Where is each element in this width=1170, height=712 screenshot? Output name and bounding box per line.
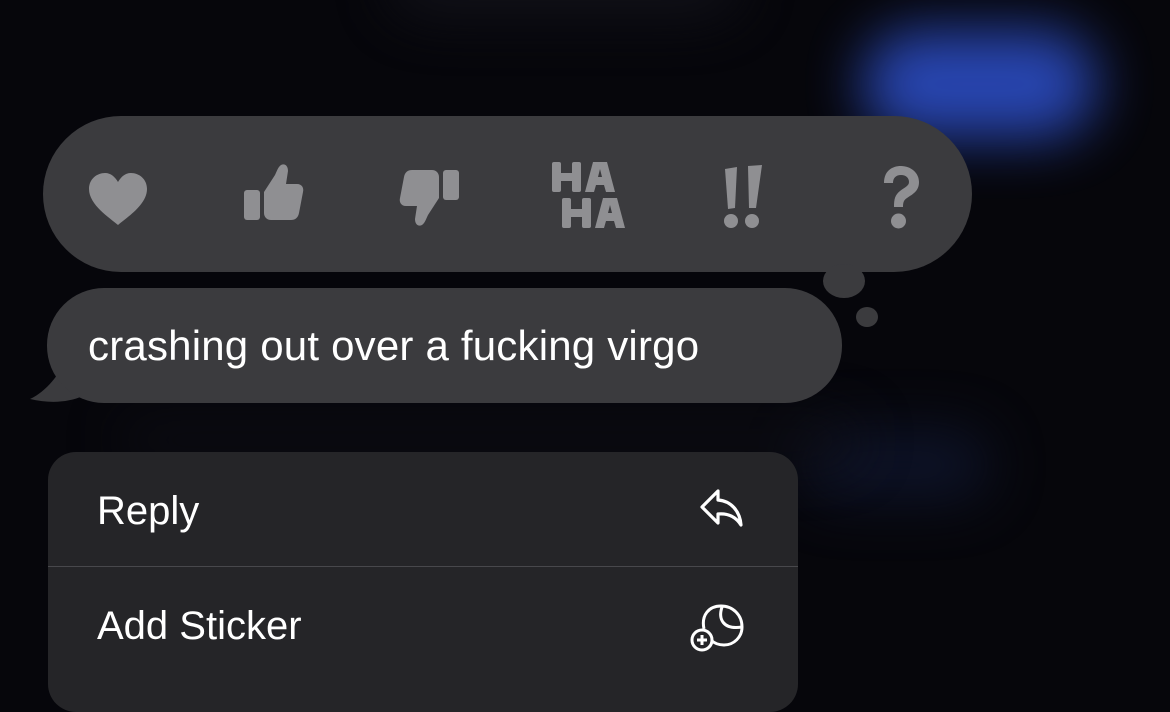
tapback-bar bbox=[43, 116, 972, 272]
question-icon[interactable] bbox=[876, 163, 924, 235]
reply-label: Reply bbox=[97, 489, 200, 533]
tapback-connector-dot-large bbox=[823, 264, 865, 298]
context-menu: Reply Add Sticker bbox=[48, 452, 798, 712]
reply-icon bbox=[700, 489, 743, 527]
reply-menu-item[interactable]: Reply bbox=[48, 452, 798, 566]
add-sticker-label: Add Sticker bbox=[97, 604, 302, 648]
tapback-connector-dot-small bbox=[856, 307, 878, 327]
add-sticker-menu-item[interactable]: Add Sticker bbox=[48, 566, 798, 681]
blurred-bubble-top bbox=[390, 0, 740, 15]
add-sticker-icon bbox=[690, 604, 744, 652]
heart-icon[interactable] bbox=[87, 171, 149, 227]
haha-icon[interactable] bbox=[548, 158, 632, 232]
message-text: crashing out over a fucking virgo bbox=[88, 322, 700, 369]
thumbs-down-icon[interactable] bbox=[397, 166, 463, 228]
thumbs-up-icon[interactable] bbox=[240, 162, 306, 224]
exclamation-icon[interactable] bbox=[716, 163, 770, 233]
